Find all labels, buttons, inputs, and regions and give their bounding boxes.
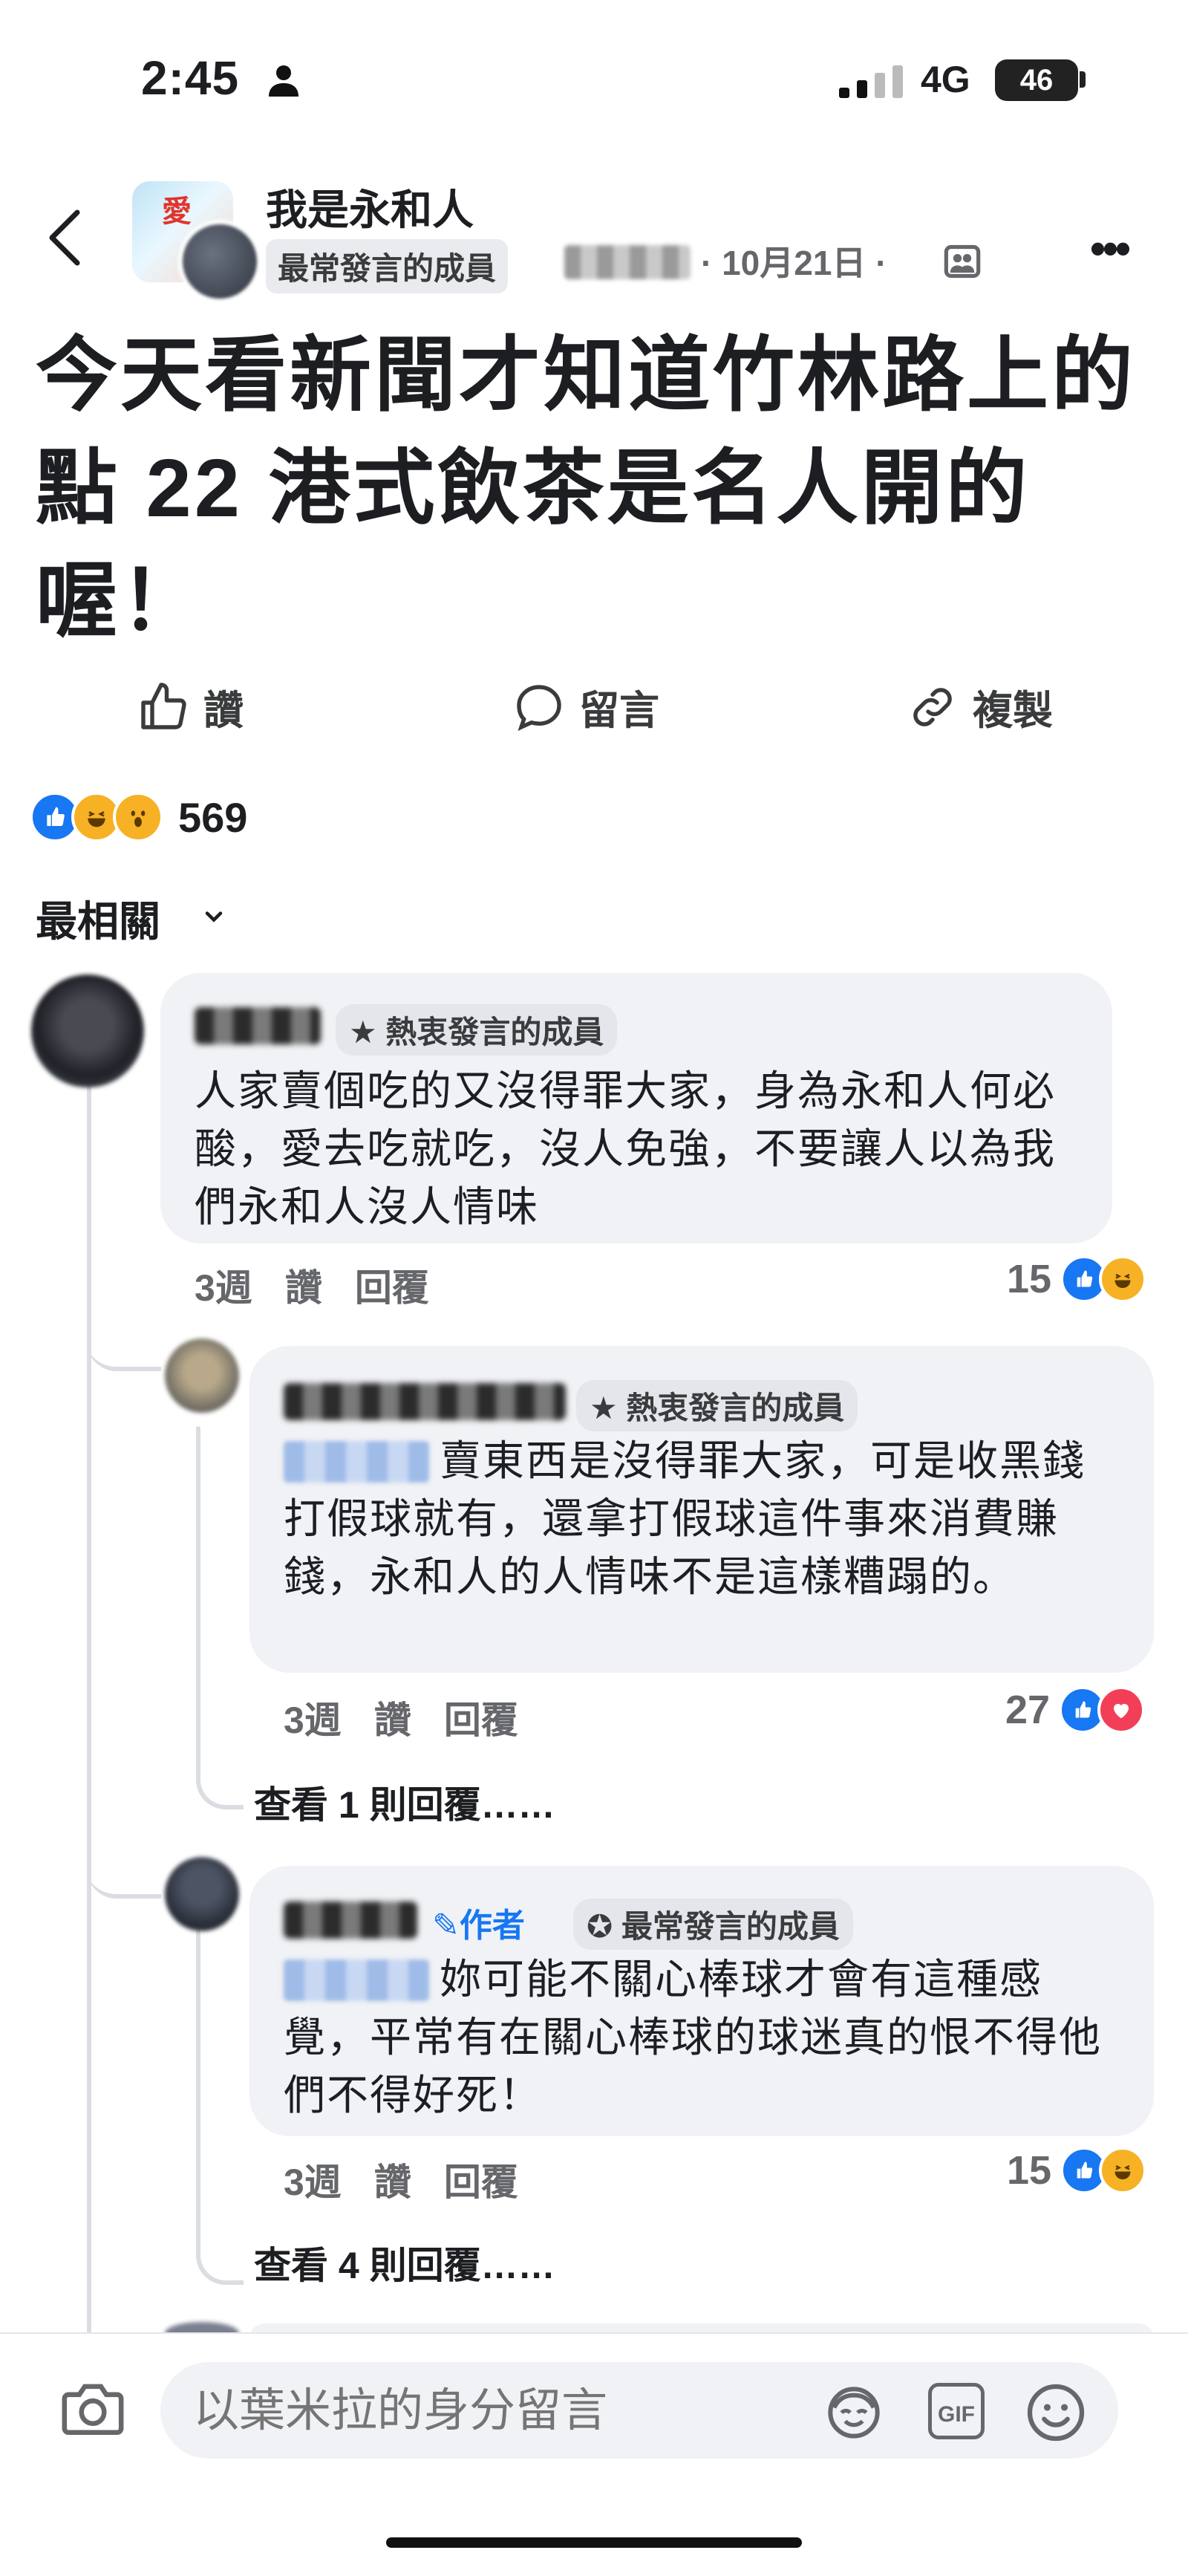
comment-meta: 3週 讚 回覆: [284, 1691, 518, 1744]
commenter-name-blurred[interactable]: [195, 1007, 321, 1044]
comment-label: 留言: [579, 689, 659, 733]
comment-reply-button[interactable]: 回覆: [444, 1691, 518, 1744]
post-text: 今天看新聞才知道竹林路上的點 22 港式飲茶是名人開的喔！: [36, 330, 1136, 647]
member-badge: ✪ 最常發言的成員: [573, 1899, 853, 1950]
author-badge: ✎作者: [432, 1907, 525, 1944]
view-replies-link[interactable]: 查看 4 則回覆……: [254, 2236, 555, 2289]
emoji-icon[interactable]: [1025, 2381, 1087, 2444]
commenter-name-blurred[interactable]: [284, 1902, 417, 1939]
view-replies-link[interactable]: 查看 1 則回覆……: [254, 1775, 555, 1829]
commenter-avatar[interactable]: [165, 1857, 239, 1931]
comment-meta: 3週 讚 回覆: [284, 2153, 518, 2206]
reply-thread-line: [196, 1928, 200, 2240]
member-badge: 最常發言的成員: [266, 239, 509, 293]
poster-avatar[interactable]: [178, 220, 261, 303]
comment-reactions[interactable]: 15: [1007, 2147, 1147, 2194]
member-badge: ★ 熱衷發言的成員: [336, 1004, 618, 1056]
group-avatar-text: 愛: [162, 195, 192, 228]
reaction-count: 569: [178, 793, 248, 841]
haha-reaction-icon: [1099, 2147, 1147, 2194]
network-type: 4G: [921, 59, 970, 100]
back-icon[interactable]: [45, 208, 86, 267]
mention-tag-blurred[interactable]: [284, 1441, 429, 1483]
comment-time: 3週: [195, 1267, 252, 1309]
thumbs-up-icon: [141, 682, 186, 729]
link-icon: [913, 687, 952, 726]
comment-reactions[interactable]: 27: [1005, 1686, 1146, 1734]
sort-dropdown[interactable]: 最相關: [36, 888, 160, 949]
comment-meta: 3週 讚 回覆: [195, 1258, 429, 1312]
camera-icon[interactable]: [59, 2378, 126, 2438]
copy-label: 複製: [973, 689, 1053, 733]
commenter-name-blurred[interactable]: [284, 1383, 566, 1420]
thread-line: [87, 1062, 91, 2334]
comment-text: 人家賣個吃的又沒得罪大家，身為永和人何必酸，愛去吃就吃，沒人免強，不要讓人以為我…: [195, 1067, 1056, 1230]
comment-like-button[interactable]: 讚: [374, 1691, 411, 1744]
comment-like-button[interactable]: 讚: [285, 1258, 322, 1312]
post-date: · 10月21日 ·: [701, 244, 887, 282]
thread-branch: [87, 1798, 161, 1899]
member-badge: ★ 熱衷發言的成員: [576, 1380, 858, 1431]
badge-label: 熱衷發言的成員: [626, 1391, 845, 1425]
haha-reaction-icon: [1099, 1255, 1147, 1303]
author-badge-label: 作者: [459, 1907, 525, 1944]
like-label: 讚: [203, 689, 244, 733]
comment-reaction-count: 27: [1005, 1688, 1051, 1732]
more-options-icon[interactable]: •••: [1090, 223, 1131, 274]
reaction-summary[interactable]: 569: [30, 792, 247, 842]
comment-button[interactable]: 留言: [512, 677, 659, 736]
comment-time: 3週: [284, 1700, 342, 1741]
comment-like-button[interactable]: 讚: [374, 2153, 411, 2206]
wow-reaction-icon: [113, 792, 163, 842]
mention-tag-blurred[interactable]: [284, 1959, 429, 2001]
love-reaction-icon: [1097, 1686, 1146, 1734]
comment-reply-button[interactable]: 回覆: [444, 2153, 518, 2206]
gif-button[interactable]: GIF: [928, 2383, 985, 2439]
comment-reaction-count: 15: [1007, 1257, 1052, 1301]
commenter-avatar[interactable]: [31, 975, 144, 1087]
signal-icon: [839, 65, 903, 98]
comment-reply-button[interactable]: 回覆: [355, 1258, 429, 1312]
group-name[interactable]: 我是永和人: [266, 177, 474, 237]
chevron-down-icon[interactable]: [200, 903, 227, 930]
battery-level: 46: [995, 59, 1078, 101]
reply-thread-curve: [196, 2214, 244, 2285]
reply-thread-line: [196, 1426, 200, 1753]
person-icon: [269, 65, 298, 97]
battery-nub: [1080, 71, 1086, 88]
commenter-avatar[interactable]: [165, 1339, 239, 1413]
badge-label: 熱衷發言的成員: [385, 1015, 604, 1050]
comment-icon: [517, 684, 561, 731]
reply-thread-curve: [196, 1731, 244, 1809]
comment-reactions[interactable]: 15: [1007, 1255, 1147, 1303]
poster-name-blurred[interactable]: [564, 245, 691, 279]
avatar-sticker-icon[interactable]: [824, 2383, 884, 2442]
comment-time: 3週: [284, 2162, 342, 2203]
thread-branch: [87, 1278, 161, 1371]
composer-divider: [0, 2332, 1188, 2334]
like-button[interactable]: 讚: [137, 677, 244, 736]
copy-button[interactable]: 複製: [906, 677, 1053, 736]
badge-label: 最常發言的成員: [621, 1909, 840, 1944]
comment-reaction-count: 15: [1007, 2148, 1052, 2193]
home-indicator[interactable]: [386, 2537, 802, 2548]
group-privacy-icon: [944, 244, 981, 279]
status-time: 2:45: [141, 51, 240, 105]
